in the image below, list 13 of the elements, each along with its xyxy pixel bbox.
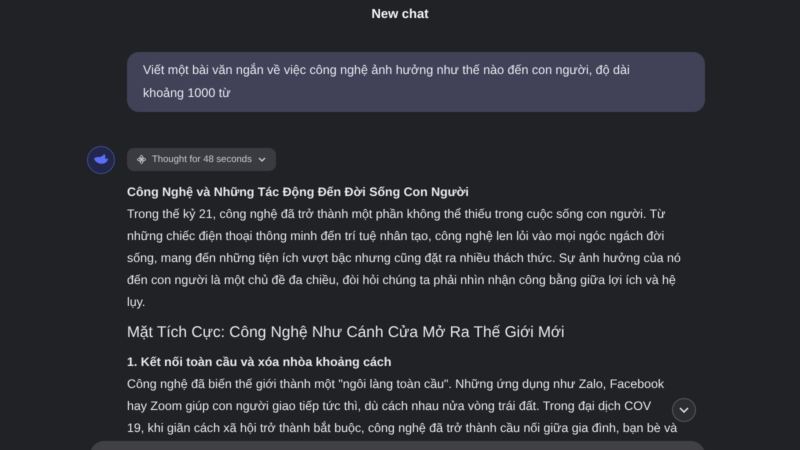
chevron-down-icon	[679, 407, 689, 413]
scroll-down-button[interactable]	[672, 398, 696, 422]
paragraph: Trong thế kỷ 21, công nghệ đã trở thành một phần không thể thiếu trong cuộc sống con người. Từ những chiếc điện thoại thông minh đến trí tuệ nhân tạo, công nghệ len lỏi vào mọi ngóc ngách đời sống, mang đến những tiện ích vượt bậc nhưng cũng đặt ra nhiều thách thức. Sự ảnh hưởng của nó đến con người là một chủ đề đa chiều, đòi hỏi chúng ta phải nhìn nhận công bằng giữa lợi ích và hệ lụy.	[127, 206, 681, 311]
whale-icon	[93, 154, 109, 166]
bold-heading: Công Nghệ và Những Tác Động Đến Đời Sống Con Người	[127, 184, 469, 201]
section-heading: Mặt Tích Cực: Công Nghệ Như Cánh Cửa Mở Ra Thế Giới Mới	[127, 323, 564, 343]
bold-heading: 1. Kết nối toàn cầu và xóa nhòa khoảng cách	[127, 354, 392, 371]
window-title: New chat	[371, 6, 429, 22]
user-message: Viết một bài văn ngắn về việc công nghệ ảnh hưởng như thế nào đến con người, độ dài khoảng 1000 từ	[127, 52, 705, 112]
atom-icon	[137, 155, 146, 164]
caret-icon	[258, 157, 266, 162]
paragraph: Công nghệ đã biến thế giới thành một "ngôi làng toàn cầu". Những ứng dụng như Zalo, Facebook hay Zoom giúp con người giao tiếp tức thì, dù cách nhau nửa vòng trái đất. Trong đại dịch COV 19, khi giãn cách xã hội trở thành bắt buộc, công nghệ đã trở thành cầu nối giữa gia đình, bạn bè và	[127, 376, 678, 437]
thought-toggle[interactable]: Thought for 48 seconds	[127, 148, 276, 171]
